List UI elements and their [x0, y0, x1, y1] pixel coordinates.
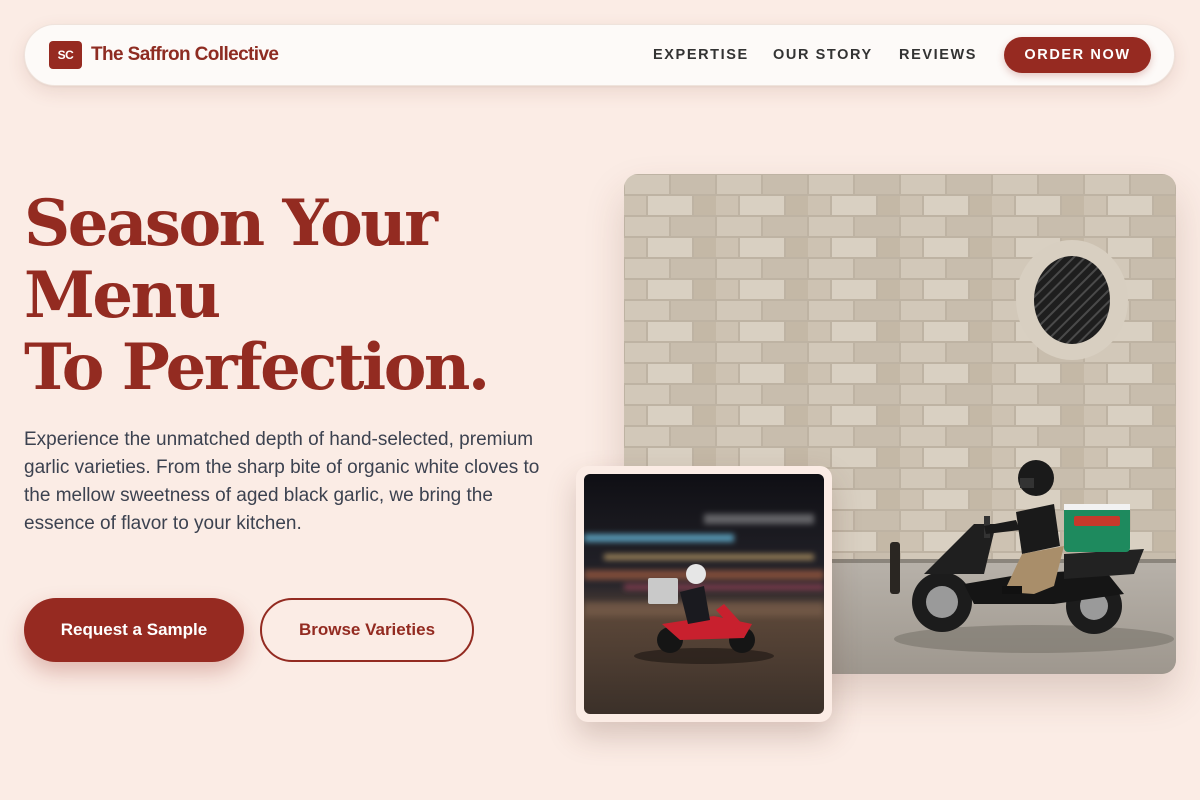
hero-title-line: To Perfection. [24, 330, 490, 405]
navbar: SC The Saffron Collective EXPERTISE OUR … [24, 24, 1175, 86]
hero-title-line: Season Your [24, 186, 438, 261]
brand-name: The Saffron Collective [91, 44, 279, 65]
hero-inset-image-frame [576, 466, 832, 722]
brand[interactable]: SC The Saffron Collective [49, 41, 279, 69]
nav-link-our-story[interactable]: OUR STORY [773, 47, 873, 63]
order-now-button[interactable]: ORDER NOW [1004, 37, 1151, 73]
browse-varieties-button[interactable]: Browse Varieties [260, 598, 474, 662]
night-rider-illustration [584, 474, 824, 714]
hero-inset-image [584, 474, 824, 714]
hero-title: Season Your Menu To Perfection. [24, 188, 584, 404]
hero-title-line: Menu [24, 258, 221, 333]
hero-description: Experience the unmatched depth of hand-s… [24, 429, 540, 534]
nav-link-reviews[interactable]: REVIEWS [899, 47, 977, 63]
request-sample-button[interactable]: Request a Sample [24, 598, 244, 662]
nav-link-expertise[interactable]: EXPERTISE [653, 47, 749, 63]
logo-badge-icon: SC [49, 41, 82, 69]
